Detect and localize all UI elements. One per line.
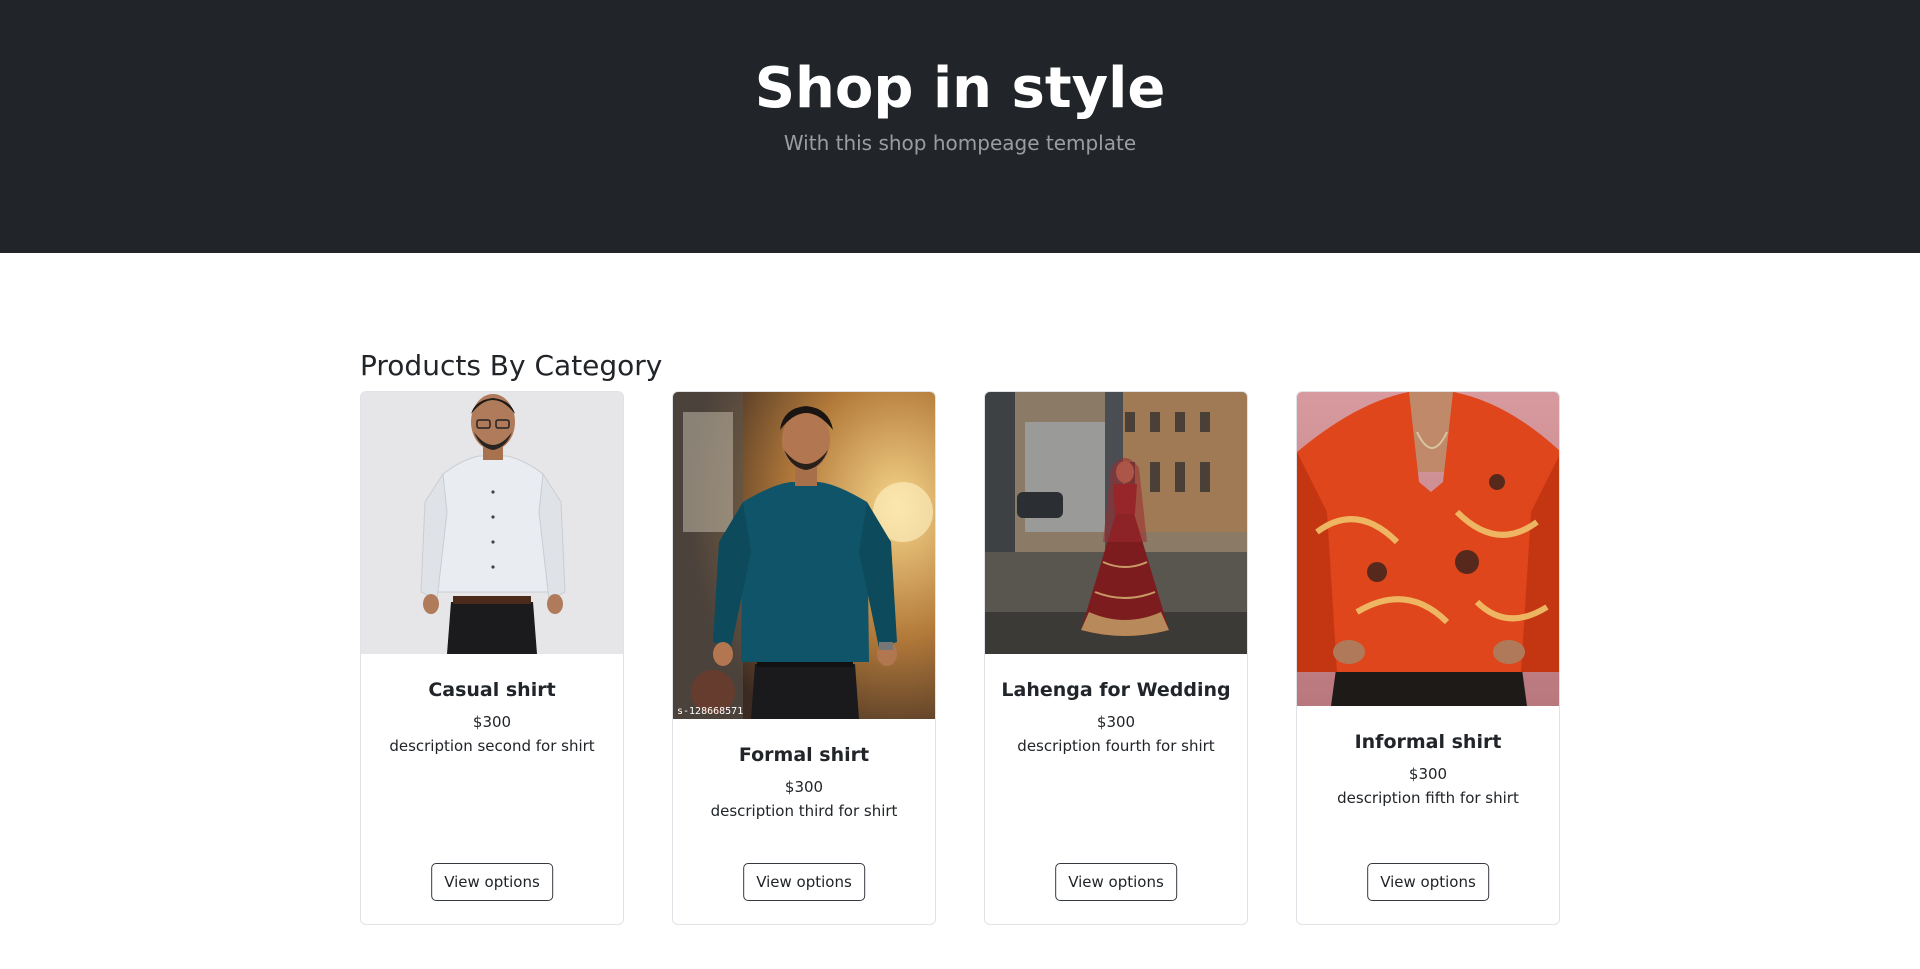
product-price: $300 [1096,713,1136,731]
view-options-button[interactable]: View options [1055,863,1177,901]
product-card-casual-shirt: Casual shirt $300 description second for… [360,391,624,925]
image-watermark-text: s-128668571 [677,706,744,717]
product-title: Informal shirt [1354,731,1502,753]
product-description: description third for shirt [710,802,898,820]
product-description: description fifth for shirt [1337,789,1519,807]
product-image-formal-shirt[interactable]: s-128668571 [673,392,935,719]
product-card-informal-shirt: Informal shirt $300 description fifth fo… [1296,391,1560,925]
product-price: $300 [472,713,512,731]
product-price: $300 [784,778,824,796]
view-options-button[interactable]: View options [743,863,865,901]
section-title: Products By Category [360,349,663,382]
product-image-lahenga[interactable] [985,392,1247,654]
product-title: Casual shirt [428,679,556,701]
product-title: Formal shirt [738,744,870,766]
product-card-body: Casual shirt $300 description second for… [361,654,623,756]
view-options-button[interactable]: View options [1367,863,1489,901]
product-image-informal-shirt[interactable] [1297,392,1559,706]
product-title: Lahenga for Wedding [1001,679,1231,701]
hero-title: Shop in style [754,56,1166,121]
product-card-lahenga: Lahenga for Wedding $300 description fou… [984,391,1248,925]
hero-banner: Shop in style With this shop hompeage te… [0,0,1920,253]
product-card-formal-shirt: s-128668571 Formal shirt $300 descriptio… [672,391,936,925]
product-description: description fourth for shirt [1017,737,1215,755]
product-card-body: Informal shirt $300 description fifth fo… [1297,706,1559,808]
product-description: description second for shirt [389,737,595,755]
view-options-button[interactable]: View options [431,863,553,901]
product-card-body: Lahenga for Wedding $300 description fou… [985,654,1247,756]
hero-subtitle: With this shop hompeage template [783,131,1137,155]
product-price: $300 [1408,765,1448,783]
product-card-body: Formal shirt $300 description third for … [673,719,935,821]
product-image-casual-shirt[interactable] [361,392,623,654]
